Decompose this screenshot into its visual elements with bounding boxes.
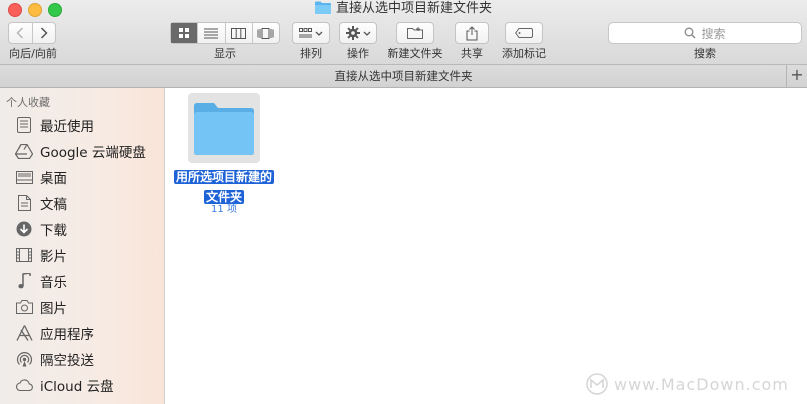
watermark-text: www.MacDown.com	[614, 374, 789, 394]
music-icon	[17, 273, 31, 289]
watermark: www.MacDown.com	[586, 373, 789, 395]
gear-icon	[345, 26, 360, 40]
nav-label: 向后/向前	[9, 47, 57, 60]
movies-icon	[16, 248, 32, 262]
view-label: 显示	[214, 47, 236, 60]
sidebar-item-google-drive[interactable]: Google 云端硬盘	[14, 140, 146, 162]
share-label: 共享	[461, 47, 483, 60]
folder-icon	[314, 1, 331, 14]
arrange-label: 排列	[300, 47, 322, 60]
forward-button[interactable]	[31, 23, 56, 43]
sidebar-item-label: iCloud 云盘	[40, 379, 114, 395]
pictures-icon	[15, 300, 33, 314]
sidebar-item-desktop[interactable]: 桌面	[14, 166, 67, 188]
list-view-button[interactable]	[197, 23, 224, 43]
sidebar-item-label: 最近使用	[40, 119, 94, 135]
new-folder-label: 新建文件夹	[387, 47, 443, 60]
path-bar: 直接从选中项目新建文件夹 +	[0, 65, 807, 88]
macdown-logo-icon	[586, 373, 608, 395]
sidebar-item-label: 隔空投送	[40, 353, 94, 369]
arrange-button[interactable]	[292, 22, 330, 44]
window-title-text: 直接从选中项目新建文件夹	[335, 1, 492, 16]
recents-icon	[17, 117, 31, 133]
list-icon	[204, 28, 219, 38]
sidebar-item-label: 文稿	[40, 197, 67, 213]
google-drive-icon	[15, 143, 33, 159]
action-label: 操作	[347, 47, 369, 60]
tag-icon	[515, 28, 533, 38]
path-bar-title: 直接从选中项目新建文件夹	[334, 69, 473, 83]
tags-label: 添加标记	[502, 47, 546, 60]
applications-icon	[15, 325, 33, 341]
sidebar-item-pictures[interactable]: 图片	[14, 296, 67, 318]
sidebar-item-label: 桌面	[40, 171, 67, 187]
column-view-button[interactable]	[224, 23, 252, 43]
view-mode-control	[170, 22, 280, 44]
desktop-icon	[15, 170, 33, 184]
downloads-icon	[16, 221, 32, 237]
chevron-right-icon	[40, 27, 48, 39]
icon-view-button[interactable]	[171, 23, 198, 43]
folder-item-count: 11 项	[211, 204, 237, 215]
sidebar-item-downloads[interactable]: 下载	[14, 218, 67, 240]
share-button[interactable]	[455, 22, 489, 44]
share-icon	[466, 25, 478, 40]
new-folder-icon	[407, 27, 423, 39]
sidebar-item-applications[interactable]: 应用程序	[14, 322, 94, 344]
new-folder-button[interactable]	[396, 22, 434, 44]
tags-button[interactable]	[505, 22, 543, 44]
search-icon	[685, 27, 697, 39]
sidebar-item-documents[interactable]: 文稿	[14, 192, 67, 214]
sidebar-item-airdrop[interactable]: 隔空投送	[14, 348, 94, 370]
add-tab-button[interactable]: +	[786, 65, 807, 87]
sidebar-item-label: Google 云端硬盘	[40, 145, 146, 161]
folder-name-line1: 用所选项目新建的	[173, 170, 274, 184]
arrange-grid-icon	[299, 28, 312, 38]
chevron-down-icon	[315, 31, 323, 36]
gallery-view-button[interactable]	[251, 23, 279, 43]
file-area: 用所选项目新建的 文件夹 11 项	[165, 88, 807, 404]
search-placeholder: 搜索	[701, 26, 726, 41]
sidebar-item-icloud[interactable]: iCloud 云盘	[14, 374, 114, 396]
columns-icon	[231, 27, 247, 39]
back-forward-control	[8, 22, 56, 44]
sidebar-item-label: 应用程序	[40, 327, 94, 343]
sidebar-header: 个人收藏	[6, 96, 50, 109]
back-button[interactable]	[9, 23, 32, 43]
grid-icon	[179, 28, 190, 38]
folder-item[interactable]	[188, 93, 260, 163]
chevron-left-icon	[16, 27, 24, 39]
icloud-icon	[15, 379, 33, 391]
sidebar-item-label: 图片	[40, 301, 67, 317]
sidebar-item-label: 下载	[40, 223, 67, 239]
sidebar-item-music[interactable]: 音乐	[14, 270, 67, 292]
window-title: 直接从选中项目新建文件夹	[0, 1, 807, 17]
folder-icon	[194, 103, 254, 155]
sidebar-item-label: 影片	[40, 249, 67, 265]
airdrop-icon	[16, 351, 32, 366]
sidebar-item-label: 音乐	[40, 275, 67, 291]
sidebar-item-recents[interactable]: 最近使用	[14, 114, 94, 136]
sidebar: 个人收藏 最近使用 Google 云端硬盘 桌面 文稿 下载 影片 音乐 图片 …	[0, 88, 165, 404]
action-button[interactable]	[339, 22, 377, 44]
toolbar: 直接从选中项目新建文件夹 向后/向前 显示 排列 操作 新建文件夹 共享 添加标…	[0, 0, 807, 65]
search-field[interactable]: 搜索	[608, 22, 802, 44]
cover-flow-icon	[257, 27, 274, 39]
sidebar-item-movies[interactable]: 影片	[14, 244, 67, 266]
search-label: 搜索	[694, 47, 716, 60]
chevron-down-icon	[363, 31, 370, 36]
documents-icon	[17, 195, 31, 211]
